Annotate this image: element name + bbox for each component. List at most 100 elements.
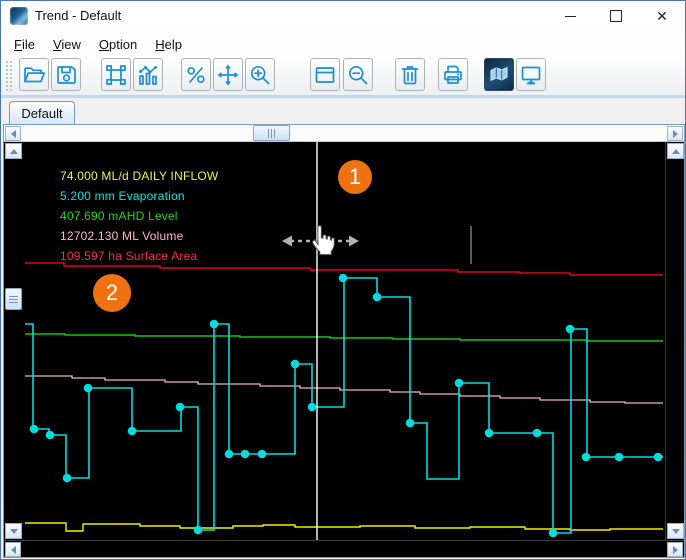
grip-icon xyxy=(268,129,275,138)
minimize-icon xyxy=(565,16,576,17)
data-point-marker xyxy=(291,360,300,369)
scroll-down-button[interactable] xyxy=(5,523,22,539)
scroll-down-button[interactable] xyxy=(667,523,684,539)
title-bar: Trend - Default ✕ xyxy=(1,1,685,31)
arrow-down-icon xyxy=(672,529,680,534)
series-evaporation xyxy=(25,278,663,533)
data-point-marker xyxy=(210,320,219,329)
legend-row: 12702.130 ML Volume xyxy=(60,226,218,246)
percent-icon xyxy=(184,63,208,87)
data-point-marker xyxy=(128,427,137,436)
menu-help[interactable]: Help xyxy=(146,33,191,56)
scroll-left-button[interactable] xyxy=(5,542,21,557)
minimize-button[interactable] xyxy=(547,1,593,31)
maximize-icon xyxy=(610,10,622,22)
zoom-extents-button[interactable] xyxy=(101,58,131,91)
horizontal-scrollbar-bottom[interactable] xyxy=(4,540,684,557)
percent-button[interactable] xyxy=(181,58,211,91)
pan-icon xyxy=(216,63,240,87)
chart-stats-icon xyxy=(136,63,160,87)
data-point-marker xyxy=(533,429,542,438)
data-point-marker xyxy=(566,325,575,334)
data-point-marker xyxy=(406,419,415,428)
data-point-marker xyxy=(46,431,55,440)
menu-option[interactable]: Option xyxy=(90,33,146,56)
print-icon xyxy=(441,63,465,87)
app-window: Trend - Default ✕ FileViewOptionHelp Use… xyxy=(0,0,686,560)
save-icon xyxy=(54,63,78,87)
monitor-button[interactable] xyxy=(516,58,546,91)
data-point-marker xyxy=(225,450,234,459)
data-point-marker xyxy=(63,474,72,483)
chart-canvas[interactable]: 74.000 ML/d DAILY INFLOW5.200 mm Evapora… xyxy=(23,142,665,540)
data-point-marker xyxy=(194,526,203,535)
legend-row: 74.000 ML/d DAILY INFLOW xyxy=(60,166,218,186)
tab-default[interactable]: Default xyxy=(9,101,75,125)
map-icon xyxy=(487,63,511,87)
close-icon: ✕ xyxy=(656,9,668,23)
save-button[interactable] xyxy=(51,58,81,91)
panel-icon xyxy=(313,63,337,87)
zoom-extents-icon xyxy=(104,63,128,87)
app-icon xyxy=(10,7,28,25)
horizontal-scrollbar-thumb[interactable] xyxy=(253,125,290,141)
data-point-marker xyxy=(84,384,93,393)
vertical-scrollbar-left[interactable] xyxy=(4,142,23,540)
data-point-marker xyxy=(455,379,464,388)
scroll-up-button[interactable] xyxy=(5,143,22,159)
legend-row: 407.690 mAHD Level xyxy=(60,206,218,226)
pan-button[interactable] xyxy=(213,58,243,91)
arrow-left-icon xyxy=(11,130,16,138)
vertical-scrollbar-thumb[interactable] xyxy=(5,288,22,310)
zoom-in-button[interactable] xyxy=(245,58,275,91)
legend-row: 109.597 ha Surface Area xyxy=(60,246,218,266)
monitor-icon xyxy=(519,63,543,87)
arrow-left-icon xyxy=(11,546,16,554)
chart-stats-button[interactable] xyxy=(133,58,163,91)
delete-icon xyxy=(398,63,422,87)
data-point-marker xyxy=(582,453,591,462)
toolbar-grip[interactable] xyxy=(5,60,14,91)
print-button[interactable] xyxy=(438,58,468,91)
data-point-marker xyxy=(654,453,663,462)
data-point-marker xyxy=(615,453,624,462)
open-file-icon xyxy=(22,63,46,87)
scroll-up-button[interactable] xyxy=(667,143,684,159)
data-point-marker xyxy=(176,403,185,412)
arrow-up-icon xyxy=(672,149,680,154)
data-point-marker xyxy=(241,450,250,459)
maximize-button[interactable] xyxy=(593,1,639,31)
menu-view[interactable]: View xyxy=(44,33,90,56)
legend-row: 5.200 mm Evaporation xyxy=(60,186,218,206)
arrow-down-icon xyxy=(10,529,18,534)
delete-button[interactable] xyxy=(395,58,425,91)
arrow-right-icon xyxy=(673,546,678,554)
open-file-button[interactable] xyxy=(19,58,49,91)
chart-panel: 74.000 ML/d DAILY INFLOW5.200 mm Evapora… xyxy=(3,124,685,558)
annotation-badge-2: 2 xyxy=(93,274,131,312)
scroll-right-button[interactable] xyxy=(667,126,683,141)
scroll-left-button[interactable] xyxy=(5,126,21,141)
scroll-right-button[interactable] xyxy=(667,542,683,557)
arrow-up-icon xyxy=(10,149,18,154)
grip-icon xyxy=(9,296,18,303)
panel-button[interactable] xyxy=(310,58,340,91)
arrow-right-icon xyxy=(673,130,678,138)
vertical-scrollbar-right[interactable] xyxy=(665,142,684,540)
data-point-marker xyxy=(258,450,267,459)
data-point-marker xyxy=(485,429,494,438)
zoom-out-icon xyxy=(346,63,370,87)
data-point-marker xyxy=(339,274,348,283)
series-daily-inflow xyxy=(25,523,663,531)
zoom-in-icon xyxy=(248,63,272,87)
toolbar: User Defined xyxy=(1,57,685,95)
data-point-marker xyxy=(30,425,39,434)
zoom-out-button[interactable] xyxy=(343,58,373,91)
menu-file[interactable]: File xyxy=(5,33,44,56)
close-button[interactable]: ✕ xyxy=(639,1,685,31)
window-title: Trend - Default xyxy=(35,8,121,23)
menu-bar: FileViewOptionHelp xyxy=(1,31,685,57)
map-button[interactable] xyxy=(484,58,514,91)
tab-bar: Default xyxy=(1,98,685,124)
horizontal-scrollbar-top[interactable] xyxy=(4,125,684,142)
